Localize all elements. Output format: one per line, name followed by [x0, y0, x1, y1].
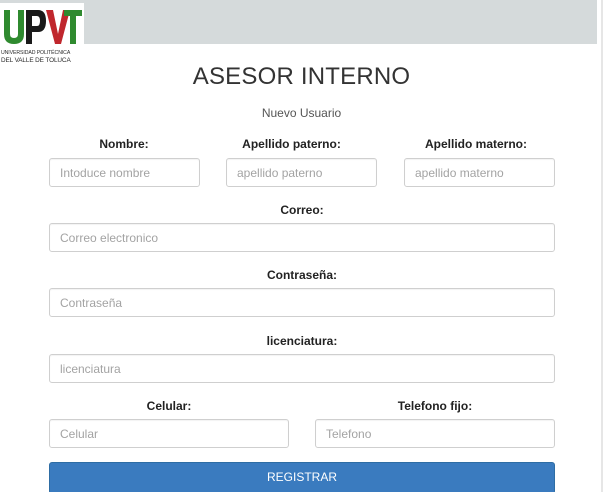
top-bar [0, 0, 597, 44]
page-title: ASESOR INTERNO [192, 63, 411, 90]
university-logo: UNIVERSIDAD POLITÉCNICA DEL VALLE DE TOL… [0, 3, 84, 69]
correo-input[interactable] [49, 223, 555, 252]
upvt-logo-icon [4, 10, 82, 44]
licenciatura-label: licenciatura: [266, 334, 338, 348]
celular-label: Celular: [146, 399, 192, 413]
correo-label: Correo: [280, 203, 324, 217]
page-subtitle: Nuevo Usuario [261, 106, 342, 120]
nombre-input[interactable] [49, 158, 200, 187]
licenciatura-input[interactable] [49, 354, 555, 383]
contrasena-label: Contraseña: [266, 268, 337, 282]
page: UNIVERSIDAD POLITÉCNICA DEL VALLE DE TOL… [0, 0, 603, 492]
telefono-fijo-input[interactable] [315, 419, 555, 448]
contrasena-input[interactable] [49, 288, 555, 317]
registrar-button[interactable]: REGISTRAR [49, 462, 555, 492]
apellido-paterno-input[interactable] [226, 158, 377, 187]
apellido-paterno-label: Apellido paterno: [242, 137, 341, 151]
celular-input[interactable] [49, 419, 289, 448]
telefono-fijo-label: Telefono fijo: [397, 399, 473, 413]
apellido-materno-input[interactable] [404, 158, 555, 187]
apellido-materno-label: Apellido materno: [424, 137, 527, 151]
logo-text-line1: UNIVERSIDAD POLITÉCNICA [1, 50, 71, 56]
nombre-label: Nombre: [99, 137, 149, 151]
